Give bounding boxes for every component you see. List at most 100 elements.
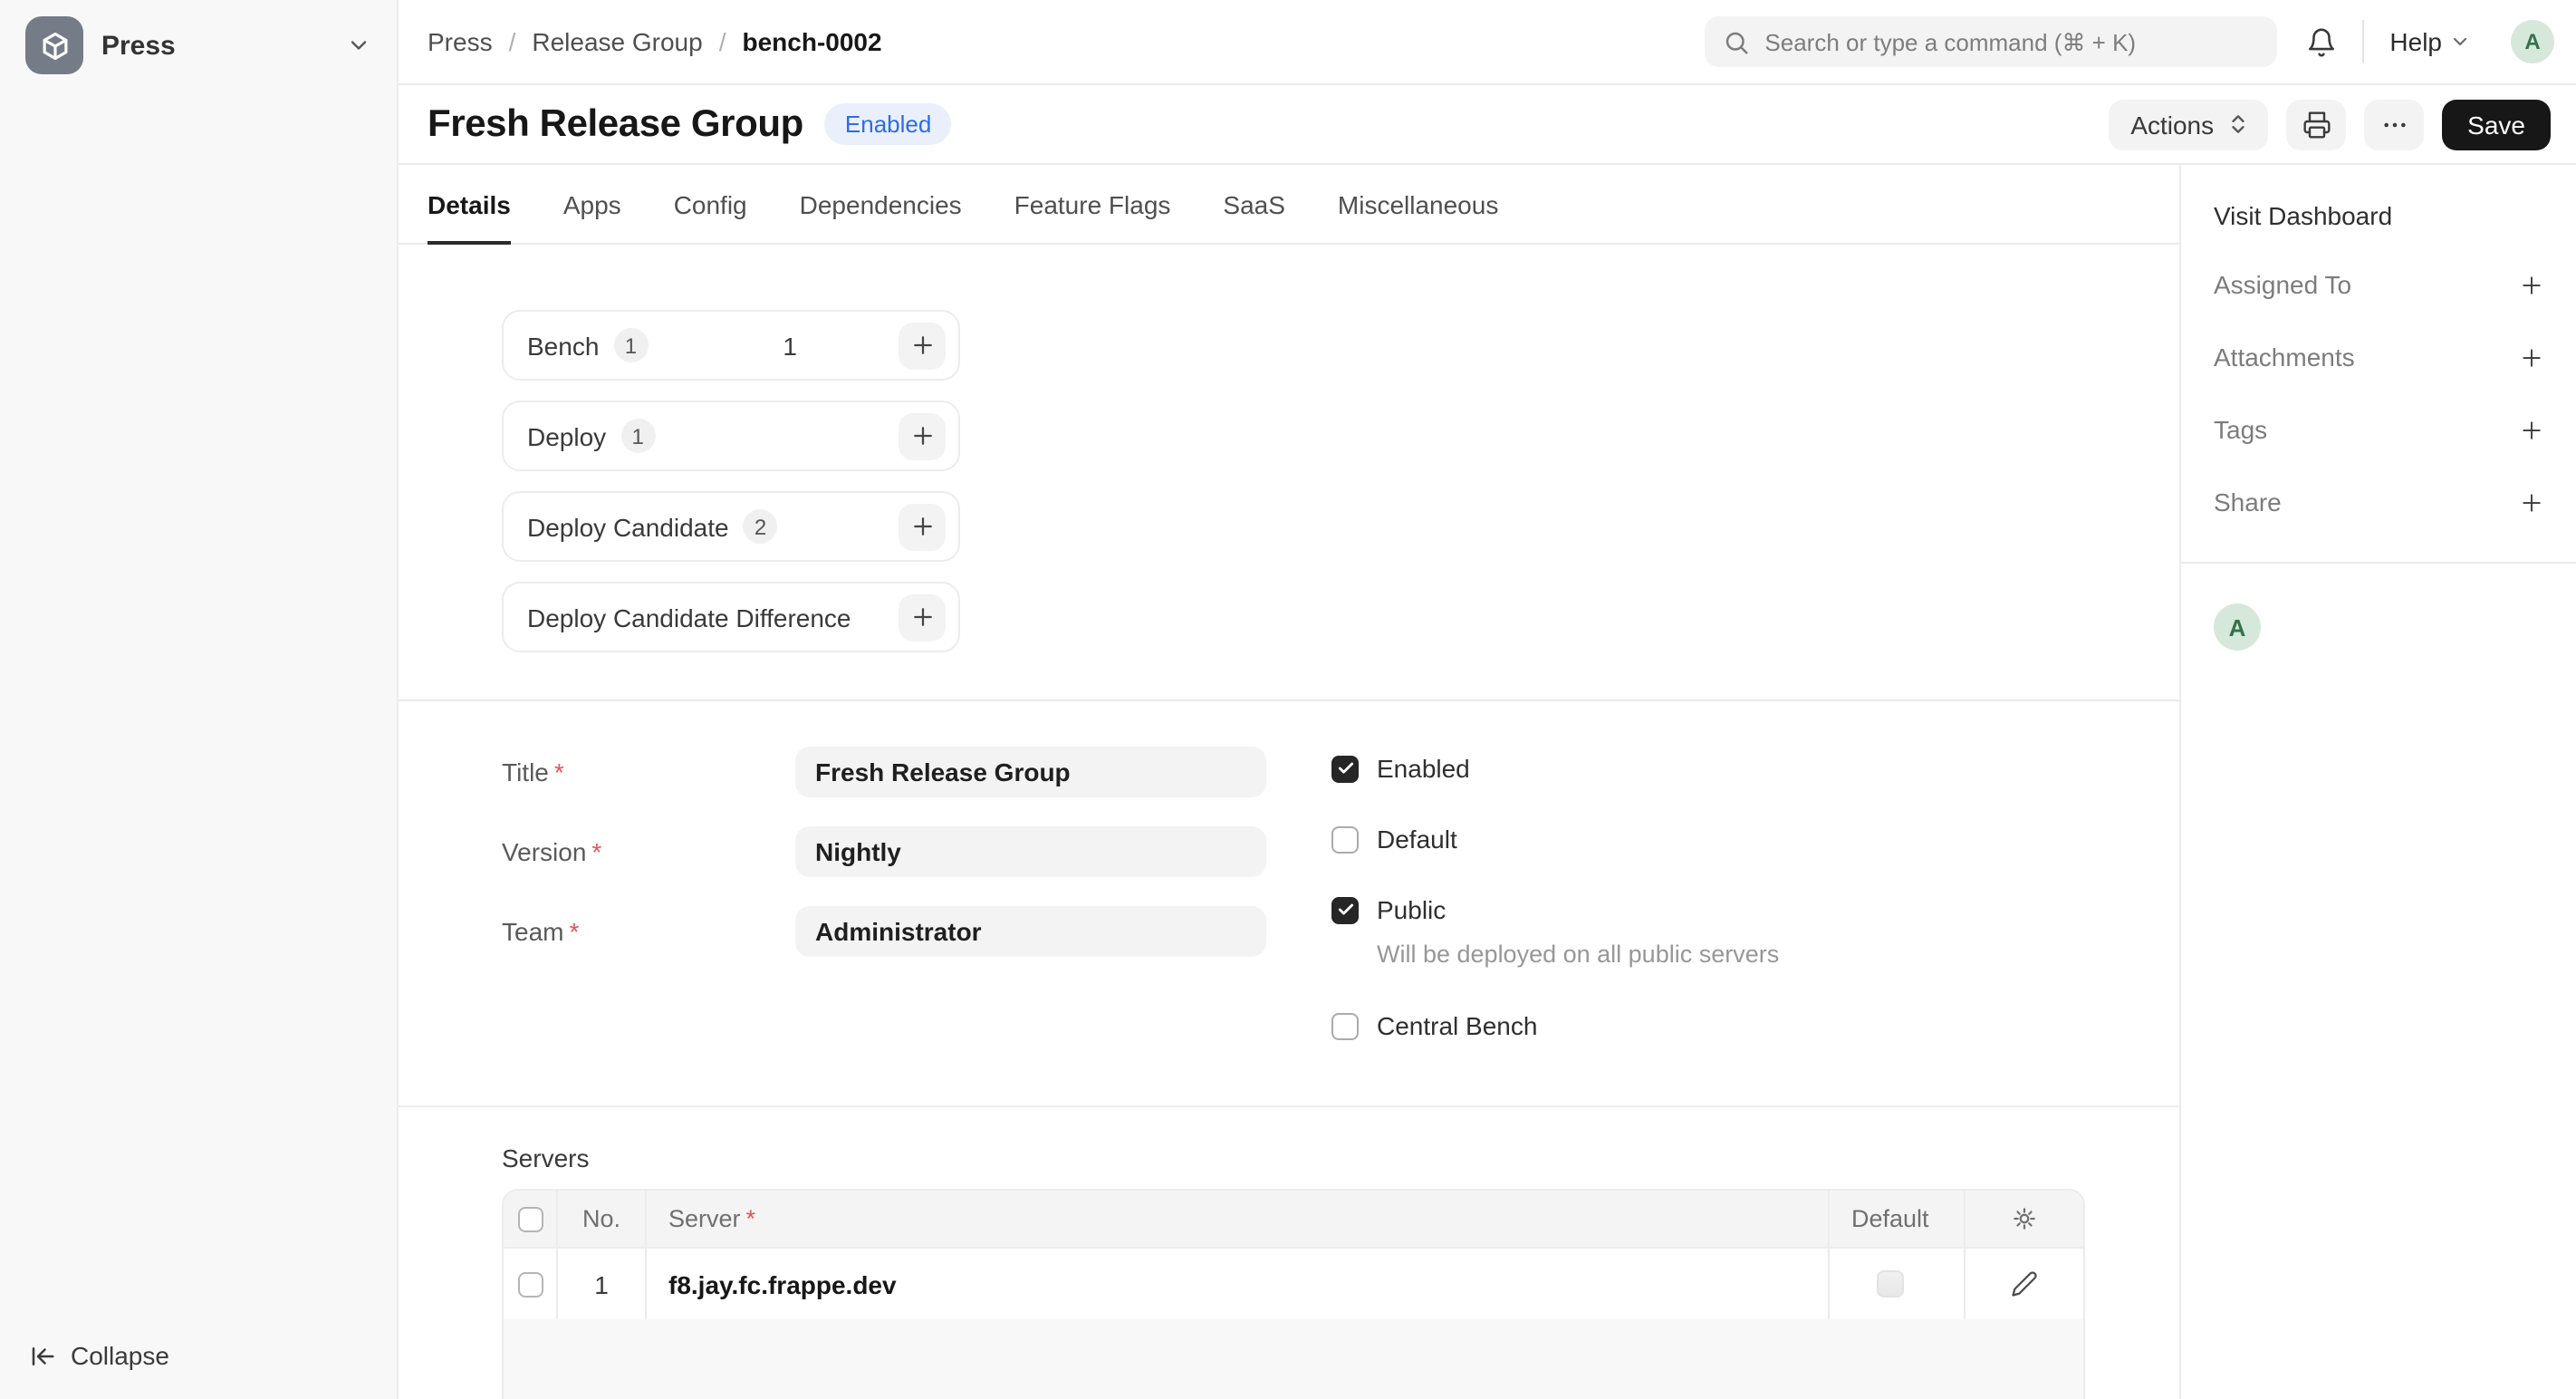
main-content: Details Apps Config Dependencies Feature… (399, 165, 2181, 1399)
default-checkbox[interactable] (1877, 1270, 1904, 1298)
tab-details[interactable]: Details (428, 165, 511, 243)
collapse-sidebar-button[interactable]: Collapse (29, 1341, 368, 1370)
enabled-checkbox-row[interactable]: Enabled (1331, 754, 1779, 783)
connection-label: Deploy Candidate Difference (527, 603, 851, 632)
add-attachment-button[interactable] (2518, 343, 2545, 371)
connection-label: Bench (527, 331, 599, 360)
form-fields-column: Title* Version* Team* (502, 747, 1266, 1082)
add-deploy-button[interactable] (899, 412, 946, 459)
team-input[interactable] (795, 906, 1266, 957)
servers-section-title: Servers (502, 1143, 2179, 1172)
form-scroll-area: Bench 1 1 Deploy 1 (399, 245, 2179, 1399)
gear-icon (2011, 1205, 2038, 1232)
checkbox-label: Public (1377, 895, 1446, 924)
header-actions: Actions Save (2109, 99, 2551, 150)
visit-dashboard-link[interactable]: Visit Dashboard (2214, 201, 2545, 230)
select-all-checkbox[interactable] (517, 1206, 543, 1231)
breadcrumb-press[interactable]: Press (428, 27, 493, 56)
version-input[interactable] (795, 826, 1266, 877)
add-deploy-candidate-button[interactable] (899, 503, 946, 550)
central-bench-checkbox-row[interactable]: Central Bench (1331, 1011, 1779, 1040)
collapse-label: Collapse (71, 1341, 169, 1370)
add-deploy-candidate-difference-button[interactable] (899, 593, 946, 641)
connection-deploy[interactable]: Deploy 1 (502, 400, 960, 471)
add-bench-button[interactable] (899, 322, 946, 369)
user-avatar[interactable]: A (2511, 20, 2554, 63)
more-options-button[interactable] (2364, 99, 2424, 150)
workspace-switcher[interactable]: Press (0, 0, 397, 91)
tab-saas[interactable]: SaaS (1223, 165, 1285, 243)
app-window: Press Collapse Press / Release Group / b… (0, 0, 2576, 1399)
servers-table: No. Server* Default (502, 1189, 2085, 1399)
default-checkbox[interactable] (1331, 825, 1359, 853)
help-menu[interactable]: Help (2389, 27, 2471, 56)
public-checkbox[interactable] (1331, 896, 1359, 923)
navbar-right: Help A (1705, 16, 2554, 67)
public-checkbox-row[interactable]: Public (1331, 895, 1779, 924)
connection-bench[interactable]: Bench 1 1 (502, 310, 960, 381)
add-tag-button[interactable] (2518, 416, 2545, 443)
search-icon (1723, 28, 1750, 55)
row-select-cell (504, 1249, 558, 1319)
field-team: Team* (502, 906, 1266, 957)
plus-icon (908, 332, 936, 359)
print-button[interactable] (2286, 99, 2346, 150)
default-checkbox-row[interactable]: Default (1331, 825, 1779, 854)
add-assignment-button[interactable] (2518, 271, 2545, 298)
plus-icon (2518, 343, 2545, 371)
server-row[interactable]: 1 f8.jay.fc.frappe.dev (504, 1247, 2083, 1319)
save-button[interactable]: Save (2442, 99, 2551, 150)
server-cell[interactable]: f8.jay.fc.frappe.dev (647, 1249, 1830, 1319)
tags-item: Tags (2214, 411, 2545, 448)
notifications-button[interactable] (2306, 26, 2337, 57)
check-icon (1336, 759, 1354, 777)
press-app-logo (25, 16, 83, 74)
plus-icon (908, 513, 936, 540)
assigned-to-label: Assigned To (2214, 270, 2351, 299)
required-marker: * (554, 757, 564, 786)
actions-button[interactable]: Actions (2109, 99, 2268, 150)
printer-icon (2302, 110, 2331, 139)
default-cell[interactable] (1830, 1249, 1966, 1319)
edit-row-button[interactable] (2011, 1270, 2038, 1298)
connection-count-badge: 1 (620, 419, 655, 453)
row-edit-cell (1966, 1249, 2083, 1319)
collapse-icon (29, 1342, 56, 1369)
attachments-label: Attachments (2214, 343, 2355, 371)
page-title: Fresh Release Group (428, 102, 803, 146)
table-settings-button[interactable] (2011, 1205, 2038, 1232)
connection-deploy-candidate-difference[interactable]: Deploy Candidate Difference (502, 582, 960, 652)
required-marker: * (591, 837, 601, 866)
avatar-initial: A (2229, 613, 2246, 641)
servers-section: Servers No. Server* Default (399, 1107, 2179, 1399)
tab-config[interactable]: Config (674, 165, 747, 243)
plus-icon (2518, 271, 2545, 298)
plus-icon (908, 422, 936, 449)
tab-miscellaneous[interactable]: Miscellaneous (1338, 165, 1498, 243)
checkbox-label: Central Bench (1377, 1011, 1537, 1040)
connection-open-count: 1 (783, 331, 797, 360)
breadcrumb-current: bench-0002 (743, 27, 882, 56)
breadcrumb-release-group[interactable]: Release Group (532, 27, 702, 56)
search-input[interactable] (1764, 28, 2259, 55)
ellipsis-icon (2379, 110, 2408, 139)
enabled-checkbox[interactable] (1331, 755, 1359, 782)
checkbox-label: Default (1377, 825, 1457, 854)
field-version: Version* (502, 826, 1266, 877)
tab-dependencies[interactable]: Dependencies (800, 165, 962, 243)
check-icon (1336, 901, 1354, 919)
row-checkbox[interactable] (517, 1271, 543, 1297)
tags-label: Tags (2214, 415, 2267, 444)
plus-icon (2518, 416, 2545, 443)
viewer-avatar[interactable]: A (2214, 603, 2261, 651)
title-input[interactable] (795, 747, 1266, 797)
central-bench-checkbox[interactable] (1331, 1012, 1359, 1039)
sidebar-footer: Collapse (0, 1341, 397, 1399)
connection-deploy-candidate[interactable]: Deploy Candidate 2 (502, 491, 960, 562)
tab-apps[interactable]: Apps (563, 165, 621, 243)
cube-icon (37, 28, 72, 63)
tab-feature-flags[interactable]: Feature Flags (1014, 165, 1171, 243)
share-button[interactable] (2518, 488, 2545, 516)
global-search[interactable] (1705, 16, 2277, 67)
plus-icon (2518, 488, 2545, 516)
